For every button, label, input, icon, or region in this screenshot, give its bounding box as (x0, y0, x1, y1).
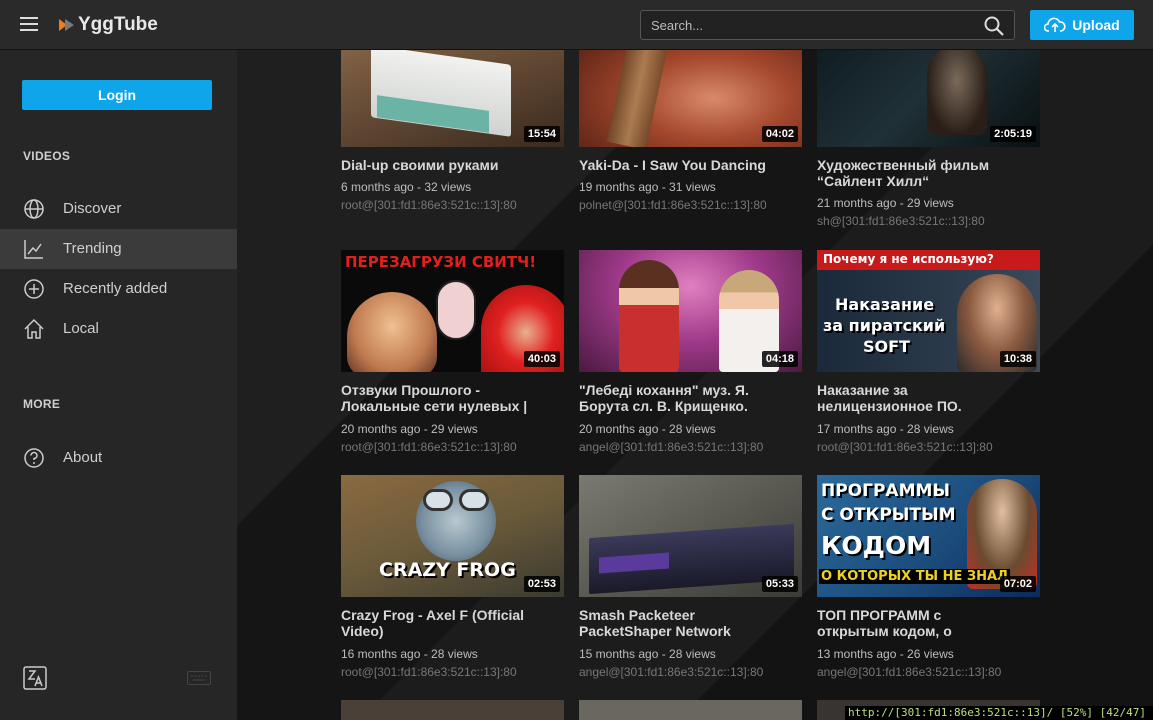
thumbnail-text: Наказание (835, 295, 935, 314)
video-meta: 21 months ago - 29 views (817, 196, 954, 210)
duration-badge: 07:02 (999, 576, 1036, 592)
duration-badge: 2:05:19 (990, 126, 1036, 142)
more-section-title: MORE (23, 397, 61, 411)
video-meta: 13 months ago - 26 views (817, 647, 954, 661)
keyboard-icon[interactable] (187, 671, 211, 685)
duration-badge: 15:54 (523, 126, 560, 142)
logo-icon (59, 19, 74, 31)
sidebar-item-label: Local (63, 320, 99, 337)
sidebar-item-local[interactable]: Local (0, 309, 237, 349)
trending-icon (24, 240, 43, 259)
language-icon[interactable] (23, 666, 47, 690)
video-title-line2[interactable]: Борута сл. В. Крищенко. (579, 398, 802, 414)
video-meta: 6 months ago - 32 views (341, 180, 472, 194)
video-channel[interactable]: root@[301:fd1:86e3:521c::13]:80 (817, 440, 993, 454)
sidebar: Login VIDEOS Discover Trending Recently … (0, 50, 237, 720)
video-title-line2[interactable]: “Сайлент Хилл“ (817, 173, 1040, 189)
video-title[interactable]: "Лебеді кохання" муз. Я. (579, 382, 802, 398)
video-title[interactable]: Отзвуки Прошлого - (341, 382, 564, 398)
thumbnail-text: Почему я не использую? (823, 252, 994, 266)
status-bar: http://[301:fd1:86e3:521c::13]/ [52%] [4… (845, 706, 1153, 720)
duration-badge: 40:03 (523, 351, 560, 367)
thumbnail-text: SOFT (863, 337, 910, 356)
video-meta: 20 months ago - 29 views (341, 422, 478, 436)
video-title-line2[interactable]: Локальные сети нулевых | (341, 398, 564, 414)
video-thumbnail[interactable]: Почему я не использую? Наказание за пира… (817, 250, 1040, 372)
upload-label: Upload (1072, 17, 1120, 33)
videos-section-title: VIDEOS (23, 149, 71, 163)
video-channel[interactable]: polnet@[301:fd1:86e3:521c::13]:80 (579, 198, 767, 212)
video-meta: 15 months ago - 28 views (579, 647, 716, 661)
menu-icon[interactable] (20, 17, 38, 31)
duration-badge: 10:38 (999, 351, 1036, 367)
video-title-line2[interactable]: нелицензионное ПО. (817, 398, 1040, 414)
video-channel[interactable]: angel@[301:fd1:86e3:521c::13]:80 (579, 665, 763, 679)
video-thumbnail[interactable]: 04:02 (579, 50, 802, 147)
cloud-upload-icon (1044, 17, 1066, 32)
video-thumbnail-partial[interactable] (341, 700, 564, 720)
video-thumbnail[interactable]: CRAZY FROG 02:53 (341, 475, 564, 597)
sidebar-item-label: Recently added (63, 280, 168, 297)
sidebar-item-discover[interactable]: Discover (0, 189, 237, 229)
thumbnail-text: CRAZY FROG (379, 559, 516, 581)
video-channel[interactable]: sh@[301:fd1:86e3:521c::13]:80 (817, 214, 985, 228)
video-title[interactable]: Художественный фильм (817, 157, 1040, 173)
logo[interactable]: YggTube (58, 14, 158, 36)
login-button[interactable]: Login (22, 80, 212, 110)
sidebar-item-label: Trending (63, 240, 122, 257)
video-title[interactable]: Smash Packeteer (579, 607, 802, 623)
video-grid: 15:54 Dial-up своими руками 6 months ago… (237, 50, 1153, 720)
thumbnail-text: КОДОМ (821, 531, 932, 560)
video-thumbnail[interactable]: 04:18 (579, 250, 802, 372)
plus-circle-icon (24, 279, 44, 299)
duration-badge: 02:53 (523, 576, 560, 592)
thumbnail-text: ПРОГРАММЫ (821, 481, 951, 501)
video-channel[interactable]: root@[301:fd1:86e3:521c::13]:80 (341, 440, 517, 454)
sidebar-item-label: Discover (63, 200, 122, 217)
video-channel[interactable]: root@[301:fd1:86e3:521c::13]:80 (341, 198, 517, 212)
thumbnail-text: за пиратский (823, 316, 946, 335)
video-meta: 19 months ago - 31 views (579, 180, 716, 194)
video-channel[interactable]: angel@[301:fd1:86e3:521c::13]:80 (817, 665, 1001, 679)
sidebar-item-trending[interactable]: Trending (0, 229, 237, 269)
thumbnail-text: ПЕРЕЗАГРУЗИ СВИТЧ! (345, 253, 537, 271)
video-thumbnail[interactable]: ПЕРЕЗАГРУЗИ СВИТЧ! 40:03 (341, 250, 564, 372)
sidebar-item-about[interactable]: About (0, 438, 237, 478)
duration-badge: 04:18 (761, 351, 798, 367)
logo-text: YggTube (78, 14, 158, 35)
sidebar-item-label: About (63, 449, 103, 466)
duration-badge: 05:33 (761, 576, 798, 592)
video-title[interactable]: Yaki-Da - I Saw You Dancing (579, 157, 802, 173)
video-title-line2[interactable]: открытым кодом, о (817, 623, 1040, 639)
video-title-line2[interactable]: Video) (341, 623, 564, 639)
thumbnail-text: О КОТОРЫХ ТЫ НЕ ЗНАЛ (819, 569, 1010, 584)
video-title[interactable]: Наказание за (817, 382, 1040, 398)
video-thumbnail-partial[interactable] (579, 700, 802, 720)
top-header: YggTube Upload (0, 0, 1153, 50)
video-thumbnail[interactable]: 2:05:19 (817, 50, 1040, 147)
video-meta: 20 months ago - 28 views (579, 422, 716, 436)
video-title[interactable]: Dial-up своими руками (341, 157, 564, 173)
upload-button[interactable]: Upload (1030, 10, 1134, 40)
help-circle-icon (24, 448, 44, 468)
video-meta: 17 months ago - 28 views (817, 422, 954, 436)
thumbnail-text: С ОТКРЫТЫМ (821, 505, 956, 525)
video-thumbnail[interactable]: 15:54 (341, 50, 564, 147)
video-channel[interactable]: angel@[301:fd1:86e3:521c::13]:80 (579, 440, 763, 454)
video-title-line2[interactable]: PacketShaper Network (579, 623, 802, 639)
home-icon (24, 318, 44, 339)
video-title[interactable]: Crazy Frog - Axel F (Official (341, 607, 564, 623)
search-input[interactable] (651, 16, 971, 34)
video-thumbnail[interactable]: 05:33 (579, 475, 802, 597)
search-box (640, 10, 1015, 40)
video-channel[interactable]: root@[301:fd1:86e3:521c::13]:80 (341, 665, 517, 679)
video-thumbnail[interactable]: ПРОГРАММЫ С ОТКРЫТЫМ КОДОМ О КОТОРЫХ ТЫ … (817, 475, 1040, 597)
globe-icon (24, 199, 44, 219)
video-meta: 16 months ago - 28 views (341, 647, 478, 661)
search-icon[interactable] (984, 16, 1004, 36)
sidebar-item-recently-added[interactable]: Recently added (0, 269, 237, 309)
duration-badge: 04:02 (761, 126, 798, 142)
video-title[interactable]: ТОП ПРОГРАММ с (817, 607, 1040, 623)
